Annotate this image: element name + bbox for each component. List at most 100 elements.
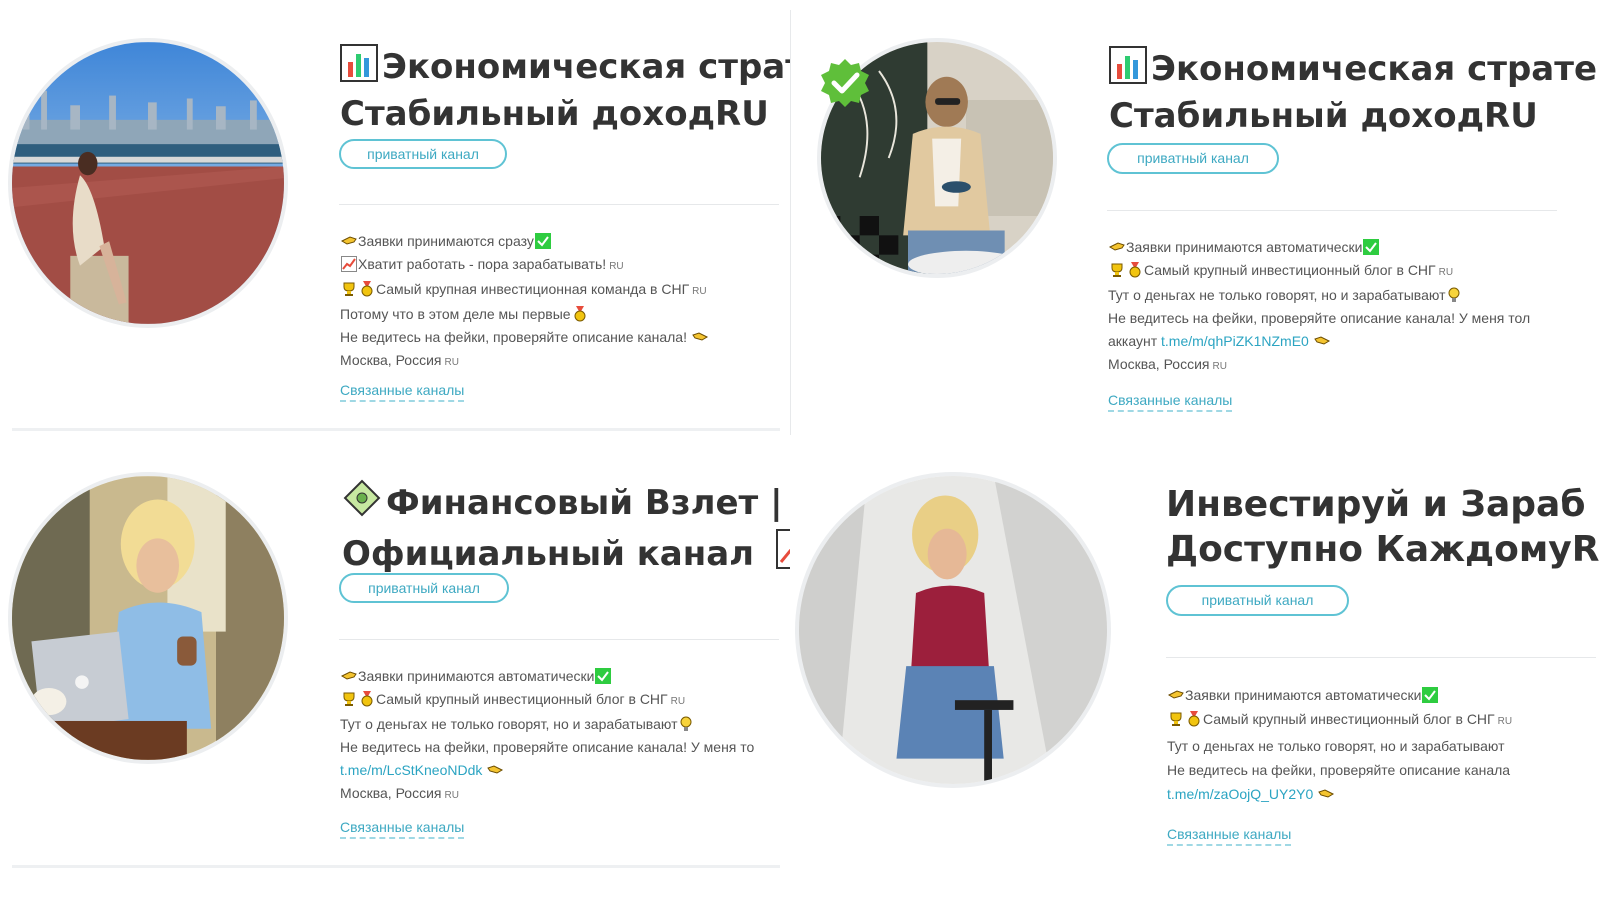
channel-title[interactable]: Экономическая страте Стабильный доходRU	[1109, 46, 1597, 137]
channel-card-3: Финансовый Взлет | Официальный канал при…	[0, 460, 790, 900]
divider	[1166, 657, 1596, 658]
bar-chart-emoji-icon	[1109, 46, 1147, 95]
title-line-1: Финансовый Взлет |	[386, 483, 783, 523]
title-line-2: Доступно КаждомуR	[1166, 529, 1600, 570]
channel-card-2: Экономическая страте Стабильный доходRU …	[791, 12, 1600, 437]
check-mark-icon	[1422, 687, 1439, 703]
channel-card-4: Инвестируй и Зараб Доступно КаждомуR при…	[791, 460, 1600, 900]
desc-line: Не ведитесь на фейки, проверяйте описани…	[340, 329, 687, 345]
location-text: Москва, Россия	[340, 785, 442, 801]
pointing-hand-left-icon	[1313, 336, 1330, 345]
ru-flag-tag: RU	[692, 286, 707, 297]
desc-line: Тут о деньгах не только говорят, но и за…	[1108, 287, 1446, 303]
channel-avatar[interactable]	[795, 472, 1111, 788]
invite-link[interactable]: t.me/m/LcStKneoNDdk	[340, 762, 482, 778]
chart-increasing-emoji-icon	[775, 528, 790, 580]
private-channel-badge[interactable]: приватный канал	[1107, 143, 1279, 174]
related-channels-link[interactable]: Связанные каналы	[340, 819, 465, 839]
channel-description: Заявки принимаются автоматически Самый к…	[1167, 683, 1512, 806]
desc-line: Самый крупный инвестиционный блог в СНГ	[1203, 711, 1495, 727]
medal-icon	[574, 306, 586, 322]
pointing-hand-icon	[1168, 690, 1184, 699]
trophy-icon	[1170, 712, 1182, 726]
ru-flag-tag: RU	[1438, 267, 1454, 278]
channel-description: Заявки принимаются автоматически Самый к…	[1108, 236, 1530, 378]
ru-flag-tag: RU	[1497, 716, 1513, 727]
ru-flag-tag: RU	[444, 357, 459, 368]
chart-up-icon	[341, 256, 357, 272]
title-line-2: Официальный канал	[342, 533, 755, 574]
trophy-icon	[343, 692, 355, 706]
bar-chart-emoji-icon	[340, 44, 378, 93]
desc-line: Заявки принимаются автоматически	[1126, 239, 1363, 255]
related-channels-link[interactable]: Связанные каналы	[1167, 826, 1292, 846]
desc-line: Потому что в этом деле мы первые	[340, 306, 571, 322]
private-channel-badge[interactable]: приватный канал	[339, 573, 509, 603]
check-mark-icon	[1363, 239, 1380, 255]
channel-description: Заявки принимаются сразу Хватит работать…	[340, 230, 709, 374]
invite-link[interactable]: t.me/m/zaOojQ_UY2Y0	[1167, 786, 1313, 802]
desc-line: Заявки принимаются автоматически	[1185, 687, 1422, 703]
channel-description: Заявки принимаются автоматически Самый к…	[340, 665, 754, 807]
ru-flag-tag: RU	[1212, 361, 1227, 372]
private-channel-badge[interactable]: приватный канал	[339, 139, 507, 169]
desc-line: Не ведитесь на фейки, проверяйте описани…	[340, 739, 755, 755]
divider	[1107, 210, 1557, 211]
related-channels-link[interactable]: Связанные каналы	[1108, 392, 1233, 412]
desc-line: аккаунт	[1108, 333, 1158, 349]
desc-line: Тут о деньгах не только говорят, но и за…	[340, 716, 678, 732]
location-text: Москва, Россия	[1108, 356, 1210, 372]
desc-line: Самый крупный инвестиционный блог в СНГ	[376, 691, 668, 707]
private-channel-badge[interactable]: приватный канал	[1166, 585, 1349, 616]
desc-line: Хватит работать - пора зарабатывать!	[358, 256, 607, 272]
ru-flag-tag: RU	[444, 790, 459, 801]
medal-icon	[1129, 262, 1141, 278]
avatar-photo-studio	[799, 476, 1107, 784]
medal-icon	[361, 691, 373, 707]
title-line-2: Стабильный доходRU	[340, 93, 769, 134]
trophy-icon	[1111, 263, 1123, 277]
check-mark-icon	[595, 668, 612, 684]
ru-flag-tag: RU	[609, 261, 624, 272]
channel-title[interactable]: Финансовый Взлет | Официальный канал	[342, 478, 790, 579]
channel-card-1: Экономическая страте Стабильный доходRU …	[0, 0, 790, 440]
pointing-hand-left-icon	[692, 332, 708, 341]
card-bottom-border	[12, 865, 780, 868]
pointing-hand-icon	[1109, 242, 1125, 251]
channel-title[interactable]: Инвестируй и Зараб Доступно КаждомуR	[1166, 482, 1599, 572]
related-channels-link[interactable]: Связанные каналы	[340, 382, 465, 402]
medal-icon	[1188, 711, 1200, 727]
trophy-icon	[343, 282, 355, 296]
channel-title[interactable]: Экономическая страте Стабильный доходRU	[340, 44, 790, 135]
light-bulb-icon	[680, 716, 692, 731]
money-with-wings-emoji-icon	[342, 478, 382, 529]
card-bottom-border	[12, 428, 780, 431]
desc-line: Не ведитесь на фейки, проверяйте описани…	[1108, 310, 1531, 326]
location-text: Москва, Россия	[340, 352, 442, 368]
desc-line: Заявки принимаются сразу	[358, 233, 534, 249]
divider	[339, 639, 779, 640]
title-line-1: Экономическая страте	[382, 47, 790, 87]
light-bulb-icon	[1448, 287, 1460, 302]
verified-badge-icon	[821, 59, 869, 107]
desc-line: Тут о деньгах не только говорят, но и за…	[1167, 738, 1505, 754]
title-line-2: Стабильный доходRU	[1109, 95, 1538, 136]
ru-flag-tag: RU	[670, 696, 686, 707]
pointing-hand-icon	[341, 236, 357, 245]
avatar-photo-laptop	[12, 476, 284, 760]
divider	[339, 204, 779, 205]
title-line-1: Инвестируй и Зараб	[1166, 484, 1586, 525]
title-line-1: Экономическая страте	[1151, 49, 1598, 89]
desc-line: Не ведитесь на фейки, проверяйте описани…	[1167, 762, 1511, 778]
channel-avatar[interactable]	[8, 472, 288, 764]
avatar-photo-waterfront	[12, 42, 284, 324]
pointing-hand-icon	[341, 671, 357, 680]
check-mark-icon	[534, 233, 551, 249]
pointing-hand-left-icon	[487, 765, 504, 774]
desc-line: Самый крупная инвестиционная команда в С…	[376, 281, 690, 297]
invite-link[interactable]: t.me/m/qhPiZK1NZmE0	[1161, 333, 1309, 349]
medal-icon	[361, 281, 373, 297]
desc-line: Заявки принимаются автоматически	[358, 668, 595, 684]
desc-line: Самый крупный инвестиционный блог в СНГ	[1144, 262, 1436, 278]
channel-avatar[interactable]	[8, 38, 288, 328]
